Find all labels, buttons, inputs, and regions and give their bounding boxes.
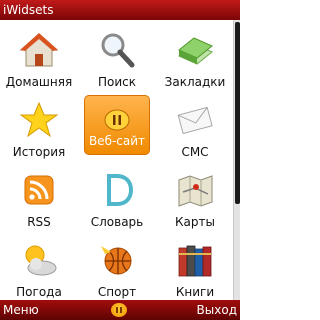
tile-maps[interactable]: Карты: [156, 160, 234, 230]
softkey-bar: Меню Выход: [0, 300, 240, 320]
tile-dictionary[interactable]: Словарь: [78, 160, 156, 230]
tile-label: Словарь: [90, 215, 144, 229]
tile-label: Погода: [16, 285, 62, 299]
exit-softkey[interactable]: Выход: [197, 300, 237, 320]
scrollbar[interactable]: [233, 20, 240, 300]
tile-label: История: [12, 145, 66, 159]
search-icon: [97, 30, 137, 70]
tile-label: Закладки: [164, 75, 226, 89]
tile-home[interactable]: Домашняя: [0, 20, 78, 90]
tile-search[interactable]: Поиск: [78, 20, 156, 90]
app-title: iWidsets: [3, 3, 54, 17]
sms-icon: [175, 100, 215, 140]
tile-sport[interactable]: Спорт: [78, 230, 156, 300]
tile-rss[interactable]: RSS: [0, 160, 78, 230]
tile-label: Спорт: [97, 285, 137, 299]
tile-website[interactable]: Веб-сайт: [78, 90, 156, 160]
pause-icon[interactable]: [111, 303, 127, 317]
home-icon: [19, 30, 59, 70]
tile-label: Домашняя: [5, 75, 73, 89]
tile-label: Поиск: [97, 75, 136, 89]
app-grid: Домашняя Поиск Закладки История Веб-сайт…: [0, 20, 233, 300]
tile-weather[interactable]: Погода: [0, 230, 78, 300]
tile-bookmarks[interactable]: Закладки: [156, 20, 234, 90]
tile-label: RSS: [27, 215, 51, 229]
menu-softkey[interactable]: Меню: [3, 300, 39, 320]
tile-label: Книги: [175, 285, 215, 299]
tile-label: Веб-сайт: [88, 134, 146, 148]
maps-icon: [175, 170, 215, 210]
dictionary-icon: [97, 170, 137, 210]
history-icon: [19, 100, 59, 140]
tile-books[interactable]: Книги: [156, 230, 234, 300]
title-bar: iWidsets: [0, 0, 240, 20]
tile-label: СМС: [181, 145, 209, 159]
rss-icon: [19, 170, 59, 210]
books-icon: [175, 240, 215, 280]
scrollbar-thumb[interactable]: [235, 22, 240, 204]
sport-icon: [97, 240, 137, 280]
tile-sms[interactable]: СМС: [156, 90, 234, 160]
tile-history[interactable]: История: [0, 90, 78, 160]
bookmarks-icon: [175, 30, 215, 70]
tile-label: Карты: [175, 215, 215, 229]
weather-icon: [19, 240, 59, 280]
